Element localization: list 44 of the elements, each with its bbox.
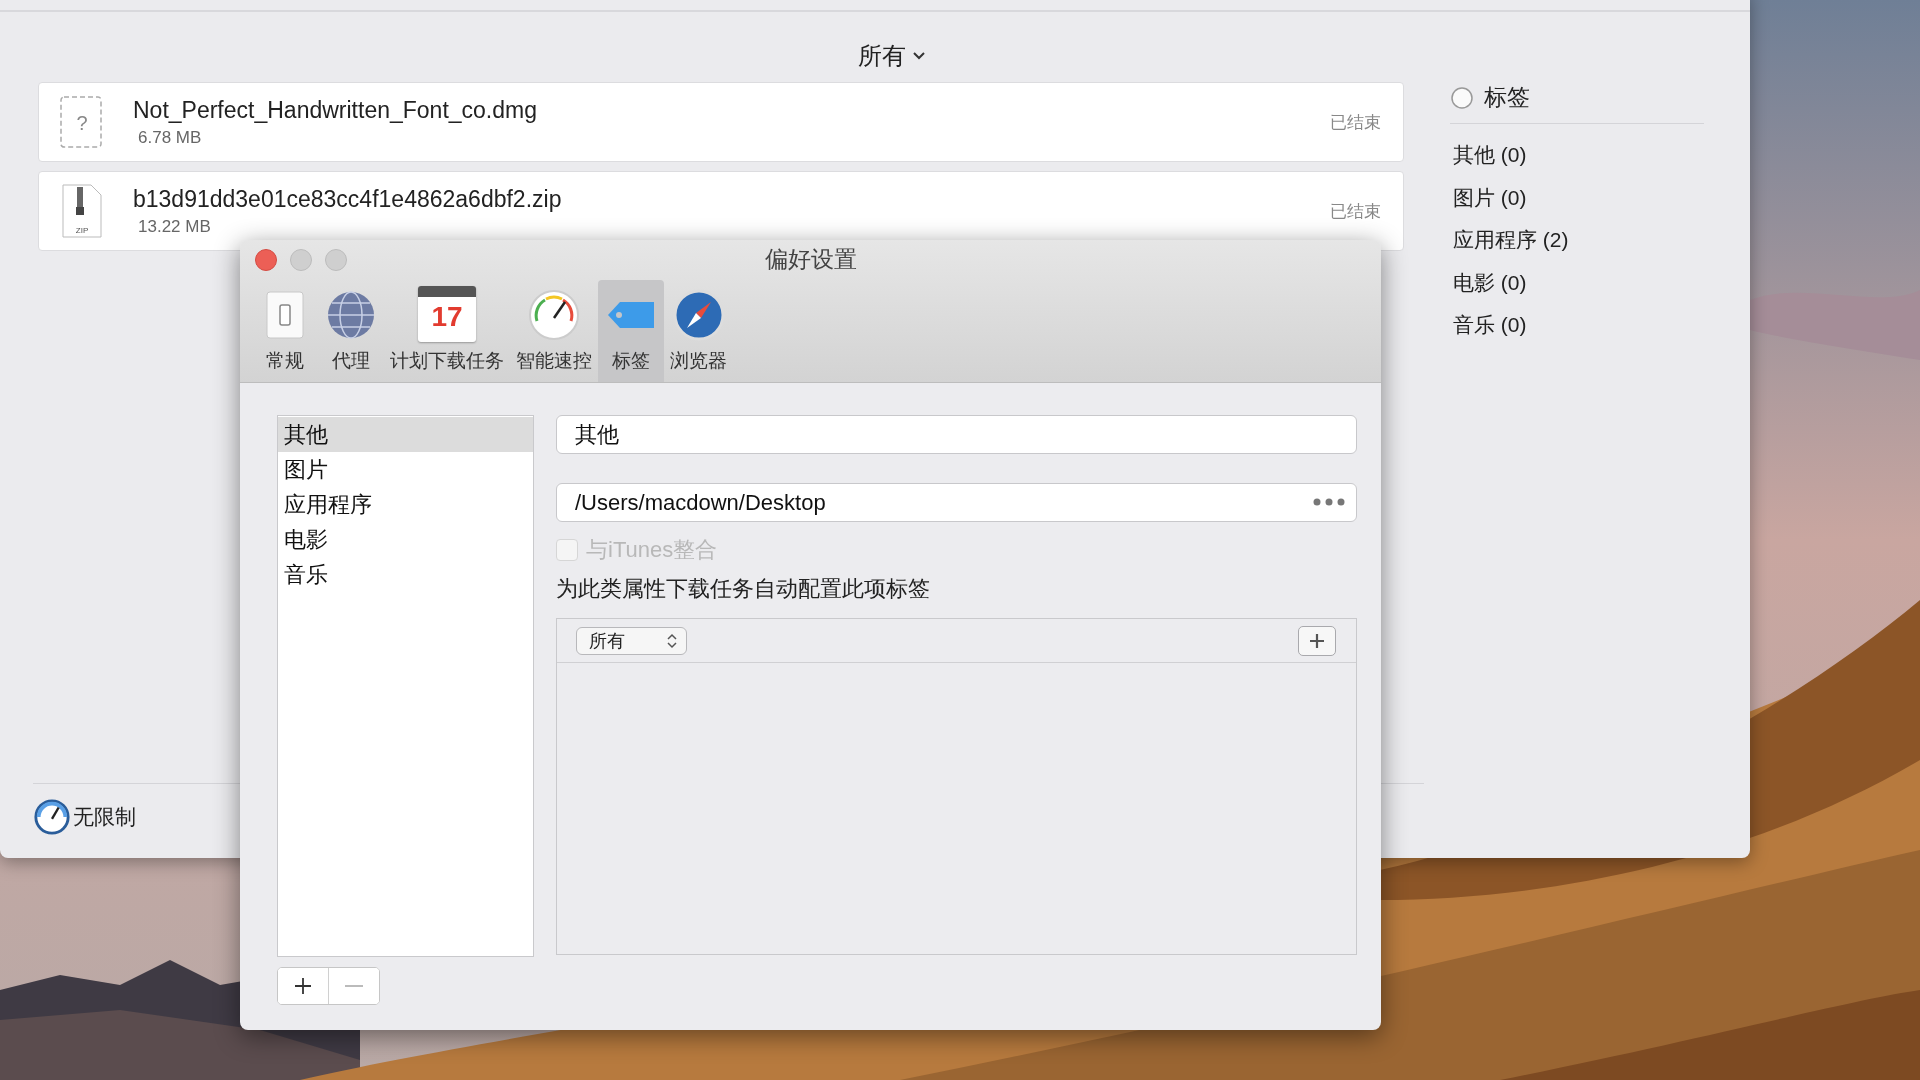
minimize-button[interactable] <box>290 248 312 271</box>
file-size: 13.22 MB <box>137 216 212 237</box>
file-name: b13d91dd3e01ce83cc4f1e4862a6dbf2.zip <box>133 185 563 213</box>
category-item[interactable]: 图片 <box>278 452 533 487</box>
updown-icon <box>666 631 678 650</box>
gauge-icon <box>33 798 71 836</box>
category-item[interactable]: 应用程序 <box>278 487 533 522</box>
file-size: 6.78 MB <box>137 127 203 148</box>
rules-description: 为此类属性下载任务自动配置此项标签 <box>556 575 931 603</box>
category-item[interactable]: 电影 <box>278 522 533 557</box>
download-status: 已结束 <box>1330 111 1381 134</box>
speed-limit-button[interactable]: 无限制 <box>33 798 136 836</box>
download-row[interactable]: ? Not_Perfect_Handwritten_Font_co.dmg 6.78 MB 已结束 <box>38 82 1404 162</box>
radio-icon[interactable] <box>1450 85 1474 110</box>
rule-popup[interactable]: 所有 <box>576 626 687 655</box>
minus-icon <box>344 984 364 988</box>
zoom-button[interactable] <box>325 248 347 271</box>
toolbar-tab[interactable]: 智能速控 <box>510 279 598 382</box>
file-name: Not_Perfect_Handwritten_Font_co.dmg <box>133 96 538 124</box>
sidebar-item[interactable]: 应用程序 (2) <box>1450 219 1710 262</box>
toolbar-tab[interactable]: 常规 <box>252 279 318 382</box>
calendar-icon: 17 <box>418 286 476 342</box>
plus-icon <box>293 976 313 996</box>
gauge-icon <box>527 288 581 342</box>
toolbar-tab[interactable]: 代理 <box>318 279 384 382</box>
sidebar-item[interactable]: 图片 (0) <box>1450 176 1710 219</box>
toolbar-tab[interactable]: 标签 <box>598 279 664 382</box>
toolbar-tab[interactable]: 浏览器 <box>664 279 733 382</box>
name-field[interactable]: 其他 <box>556 415 1357 454</box>
toolbar-tab[interactable]: 17 计划下载任务 <box>384 279 510 382</box>
download-status: 已结束 <box>1330 200 1381 223</box>
sidebar-item[interactable]: 电影 (0) <box>1450 261 1710 304</box>
plus-icon <box>1308 631 1326 650</box>
add-rule-button[interactable] <box>1298 625 1336 656</box>
category-item[interactable]: 音乐 <box>278 557 533 592</box>
filter-dropdown[interactable]: 所有 <box>858 40 926 72</box>
category-item[interactable]: 其他 <box>278 417 533 452</box>
sidebar-item[interactable]: 其他 (0) <box>1450 134 1710 177</box>
sidebar-item[interactable]: 音乐 (0) <box>1450 304 1710 347</box>
sidebar-heading: 标签 <box>1484 83 1530 112</box>
close-button[interactable] <box>255 248 277 271</box>
more-icon[interactable] <box>1313 498 1345 506</box>
chevron-icon <box>912 51 926 61</box>
path-field[interactable]: /Users/macdown/Desktop <box>556 483 1357 522</box>
